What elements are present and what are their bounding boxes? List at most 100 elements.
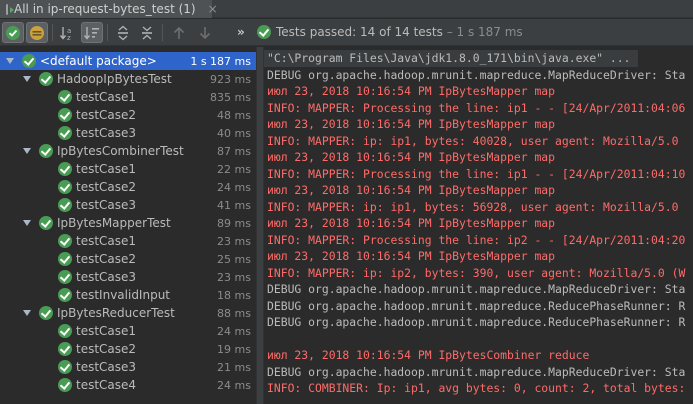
test-duration: 41 ms [217,199,251,212]
sort-alpha-icon: az [59,26,71,41]
test-duration: 18 ms [217,289,251,302]
test-tree-row[interactable]: testCase1 22 ms [0,160,256,178]
expand-arrow-icon[interactable] [5,56,15,66]
test-tree-row[interactable]: testCase1 23 ms [0,232,256,250]
test-tree-row[interactable]: testCase2 19 ms [0,340,256,358]
console-line: DEBUG org.apache.hadoop.mrunit.mapreduce… [267,282,686,296]
test-passed-icon [58,126,72,140]
test-tree-row[interactable]: testCase2 25 ms [0,250,256,268]
test-tree-row[interactable]: testCase3 40 ms [0,124,256,142]
run-tab[interactable]: All in ip-request-bytes_test (1) × [0,0,218,18]
test-tree-row[interactable]: testCase1 835 ms [0,88,256,106]
console-line: INFO: MAPPER: ip: ip1, bytes: 40028, use… [267,133,679,148]
console-line: DEBUG org.apache.hadoop.mrunit.mapreduce… [267,67,686,82]
test-tree-row[interactable]: testCase3 23 ms [0,268,256,286]
test-tree-row[interactable]: IpBytesReducerTest 88 ms [0,304,256,322]
collapse-all-button[interactable] [136,22,158,43]
test-name: testCase3 [76,270,137,284]
test-duration: 24 ms [217,181,251,194]
test-passed-icon [58,252,72,266]
console-line: INFO: MAPPER: ip: ip1, bytes: 56928, use… [267,199,679,214]
test-duration: 48 ms [217,109,251,122]
test-status-duration: – 1 s 187 ms [442,25,523,39]
test-tree-row[interactable]: <default package> 1 s 187 ms [0,52,256,70]
test-tree-row[interactable]: IpBytesMapperTest 89 ms [0,214,256,232]
expand-arrow-icon[interactable] [22,74,32,84]
test-passed-icon [58,288,72,302]
test-duration: 25 ms [217,253,251,266]
test-duration: 21 ms [217,361,251,374]
test-name: testInvalidInput [76,288,171,302]
console-line: июл 23, 2018 10:16:54 PM IpBytesMapper m… [267,216,556,230]
console-line: DEBUG org.apache.hadoop.mrunit.mapreduce… [267,364,686,379]
test-name: testCase3 [76,126,137,140]
test-name: testCase1 [76,90,137,104]
expand-all-button[interactable] [112,22,134,43]
test-tree-row[interactable]: testCase3 21 ms [0,358,256,376]
test-tree-row[interactable]: IpBytesCombinerTest 87 ms [0,142,256,160]
test-duration: 19 ms [217,343,251,356]
console-line: INFO: MAPPER: ip: ip2, bytes: 390, user … [267,265,686,280]
test-duration: 22 ms [217,163,251,176]
prev-failed-button[interactable] [168,22,190,43]
test-passed-icon [58,270,72,284]
test-tree-row[interactable]: testInvalidInput 18 ms [0,286,256,304]
sort-duration-button[interactable] [81,22,103,43]
test-duration: 23 ms [217,235,251,248]
test-duration: 89 ms [217,217,251,230]
console-line: INFO: MAPPER: Processing the line: ip1 -… [267,100,686,115]
run-config-icon [6,3,14,15]
console-output[interactable]: "C:\Program Files\Java\jdk1.8.0_171\bin\… [264,47,693,404]
test-name: HadoopIpBytesTest [57,72,172,86]
test-name: testCase1 [76,162,137,176]
run-tab-label: All in ip-request-bytes_test (1) [14,2,196,16]
test-duration: 23 ms [217,271,251,284]
splitter-handle[interactable] [256,47,264,404]
sort-alpha-button[interactable]: az [57,22,79,43]
test-tree-row[interactable]: testCase4 24 ms [0,376,256,394]
console-line: июл 23, 2018 10:16:54 PM IpBytesMapper m… [267,183,556,197]
expand-arrow-icon[interactable] [22,218,32,228]
expand-arrow-icon[interactable] [22,146,32,156]
show-passed-button[interactable] [2,22,24,43]
tests-passed-icon [257,25,271,39]
test-passed-icon [22,54,36,68]
test-passed-icon [58,234,72,248]
arrow-down-icon [199,26,211,39]
test-name: testCase2 [76,342,137,356]
expand-arrow-icon[interactable] [22,308,32,318]
test-name: testCase4 [76,378,137,392]
test-status-summary: Tests passed: 14 of 14 tests [276,25,443,39]
test-name: testCase1 [76,324,137,338]
test-passed-icon [39,144,53,158]
test-tree-row[interactable]: testCase2 24 ms [0,178,256,196]
test-duration: 87 ms [217,145,251,158]
console-line: июл 23, 2018 10:16:54 PM IpBytesMapper m… [267,84,556,98]
test-passed-icon [58,108,72,122]
test-passed-icon [58,180,72,194]
more-actions-chevron[interactable]: » [237,25,245,39]
next-failed-button[interactable] [194,22,216,43]
test-passed-icon [58,324,72,338]
test-duration: 923 ms [210,73,251,86]
test-tree-row[interactable]: testCase2 48 ms [0,106,256,124]
test-passed-icon [58,378,72,392]
console-line: INFO: MAPPER: Processing the line: ip2 -… [267,232,686,247]
test-tree-row[interactable]: testCase1 24 ms [0,322,256,340]
svg-text:z: z [67,34,71,41]
test-passed-icon [58,342,72,356]
test-status-text: Tests passed: 14 of 14 tests – 1 s 187 m… [276,25,523,39]
test-name: IpBytesMapperTest [57,216,171,230]
console-line: INFO: COMBINER: Ip: ip1, avg bytes: 0, c… [267,381,686,395]
test-passed-icon [58,198,72,212]
test-tree: <default package> 1 s 187 ms HadoopIpBytes… [0,47,256,404]
ignored-icon [30,25,44,40]
close-icon[interactable]: × [208,2,218,16]
sort-duration-icon [83,26,99,40]
test-passed-icon [58,162,72,176]
test-tree-row[interactable]: testCase3 41 ms [0,196,256,214]
console-line: июл 23, 2018 10:16:54 PM IpBytesCombiner… [267,348,590,362]
test-tree-row[interactable]: HadoopIpBytesTest 923 ms [0,70,256,88]
test-name: testCase1 [76,234,137,248]
show-ignored-button[interactable] [26,22,48,43]
